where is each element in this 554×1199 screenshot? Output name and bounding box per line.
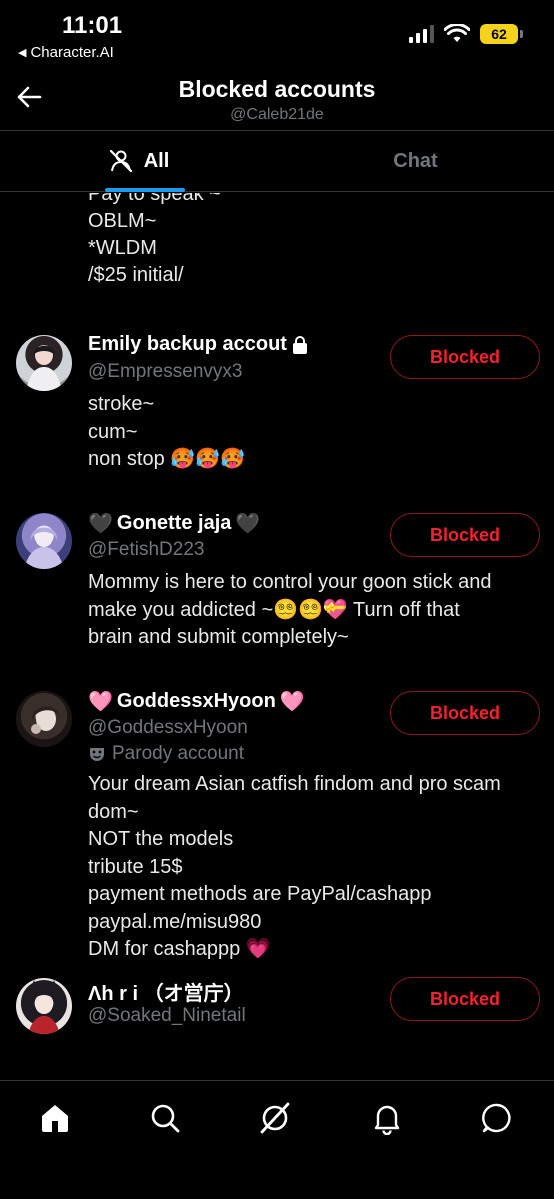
theater-mask-icon	[90, 748, 104, 761]
bio-line: Mommy is here to control your goon stick…	[88, 571, 492, 593]
tab-bar: All Chat	[0, 130, 554, 192]
bio-line: Pay to speak ~	[88, 193, 221, 205]
bio-line: non stop 🥵🥵🥵	[88, 448, 245, 470]
grok-icon[interactable]	[258, 1101, 292, 1135]
bio-line: dom~	[88, 800, 139, 823]
bio-line: cum~	[88, 420, 138, 443]
notifications-icon[interactable]	[370, 1101, 404, 1135]
tab-all[interactable]: All	[0, 131, 277, 192]
name-emoji: 🖤	[235, 513, 261, 535]
bio-line: payment methods are PayPal/cashapp	[88, 883, 432, 905]
status-icons: 62	[409, 24, 523, 44]
bio-line: paypal.me/misu980	[88, 910, 262, 933]
bio-line: tribute 15$	[88, 855, 183, 878]
blocked-list[interactable]: Pay to speak ~ OBLM~ *WLDM /$25 initial/…	[0, 193, 554, 1080]
back-app-label: Character.AI	[30, 44, 114, 61]
search-icon[interactable]	[148, 1101, 182, 1135]
name-emoji: 🩷	[88, 691, 113, 713]
header: Blocked accounts @Caleb21de	[0, 70, 554, 130]
messages-icon[interactable]	[480, 1101, 514, 1135]
account-bio: stroke~ cum~ non stop 🥵🥵🥵	[88, 391, 534, 474]
bio-line: OBLM~	[88, 210, 157, 232]
bio-line: *WLDM	[88, 237, 157, 259]
status-time: 11:01	[62, 12, 123, 39]
account-handle: @Empressenvyx3	[88, 361, 243, 382]
bio-line: stroke~	[88, 393, 155, 415]
parody-label: Parody account	[88, 743, 244, 765]
bio-line: /$25 initial/	[88, 264, 184, 286]
bio-line: DM for cashappp 💗	[88, 938, 271, 960]
person-slash-icon	[109, 149, 132, 173]
name-emoji: 🩷	[279, 691, 305, 713]
tab-chat-label: Chat	[393, 149, 438, 172]
avatar[interactable]	[16, 513, 72, 569]
tab-all-label: All	[143, 149, 170, 172]
blocked-button[interactable]: Blocked	[390, 335, 540, 379]
blocked-button[interactable]: Blocked	[390, 513, 540, 557]
lock-icon	[292, 335, 307, 354]
cellular-signal-icon	[409, 25, 434, 43]
account-name[interactable]: Emily backup accout	[88, 333, 309, 356]
status-bar: 11:01 ◀ Character.AI 62	[0, 0, 554, 70]
back-to-app-link[interactable]: ◀ Character.AI	[18, 44, 114, 61]
account-name[interactable]: 🩷 GoddessxHyoon 🩷	[88, 689, 305, 714]
account-name[interactable]: Λh r i （オ営庁）	[88, 977, 244, 1006]
blocked-button[interactable]: Blocked	[390, 977, 540, 1021]
account-bio: Your dream Asian catfish findom and pro …	[88, 771, 534, 964]
account-bio: Mommy is here to control your goon stick…	[88, 569, 534, 652]
account-handle: @FetishD223	[88, 539, 205, 560]
blocked-button[interactable]: Blocked	[390, 691, 540, 735]
bio-line: make you addicted ~😵‍💫😵‍💫💝 Turn off that	[88, 598, 460, 621]
bio-line: Your dream Asian catfish findom and pro …	[88, 773, 501, 795]
avatar[interactable]	[16, 978, 72, 1034]
name-emoji: 🖤	[88, 513, 113, 535]
account-handle: @Soaked_Ninetail	[88, 1005, 246, 1026]
page-title: Blocked accounts	[178, 76, 376, 102]
account-handle: @GoddessxHyoon	[88, 717, 248, 738]
bottom-nav	[0, 1080, 554, 1199]
bio-line: brain and submit completely~	[88, 626, 349, 648]
wifi-icon	[444, 24, 470, 42]
back-triangle-icon: ◀	[18, 47, 27, 59]
bio-line: NOT the models	[88, 828, 234, 850]
battery-level: 62	[491, 26, 507, 42]
partial-bio: Pay to speak ~ OBLM~ *WLDM /$25 initial/	[88, 193, 221, 289]
avatar[interactable]	[16, 335, 72, 391]
battery-icon: 62	[480, 24, 523, 44]
avatar[interactable]	[16, 691, 72, 747]
home-icon[interactable]	[38, 1101, 72, 1135]
tab-chat[interactable]: Chat	[277, 131, 554, 191]
account-name[interactable]: 🖤 Gonette jaja 🖤	[88, 511, 260, 536]
page-subtitle: @Caleb21de	[230, 106, 324, 123]
